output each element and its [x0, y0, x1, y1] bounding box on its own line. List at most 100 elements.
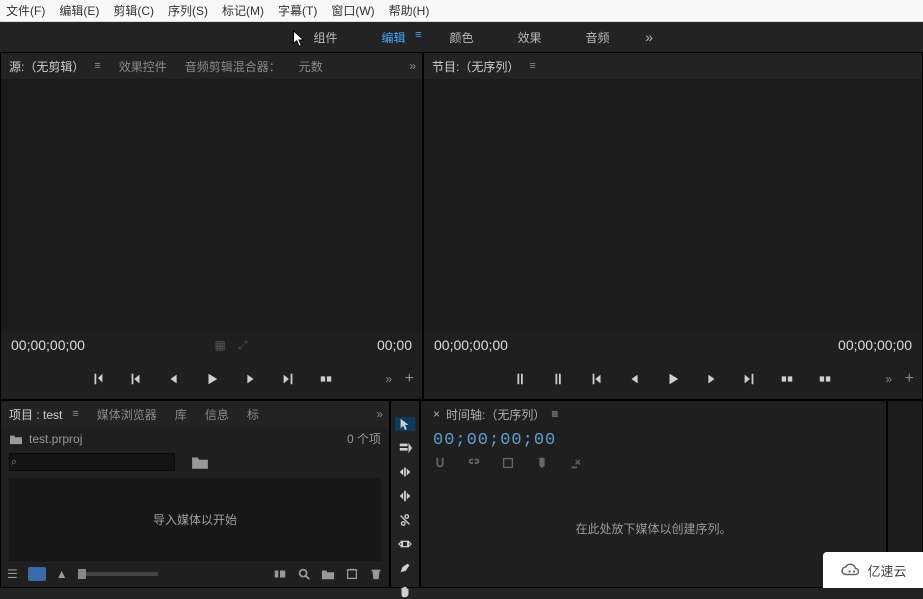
source-timecode-left[interactable]: 00;00;00;00 [11, 337, 85, 353]
extract-icon[interactable] [817, 371, 833, 387]
fit-icon[interactable]: ⤢ [238, 338, 248, 353]
program-transport: » + [424, 359, 922, 399]
program-panel-menu-icon[interactable]: ≡ [529, 60, 535, 72]
go-to-out-icon[interactable] [280, 371, 296, 387]
linked-selection-icon[interactable] [467, 456, 481, 470]
ripple-edit-tool-icon[interactable] [395, 465, 415, 479]
safe-margins-icon[interactable]: ▦ [214, 338, 225, 353]
transport-more-icon[interactable]: » [885, 372, 892, 386]
project-import-prompt[interactable]: 导入媒体以开始 [9, 478, 381, 561]
tab-audio-clip-mixer[interactable]: 音频剪辑混合器： [185, 58, 281, 75]
project-item-count: 0 个项 [347, 430, 381, 447]
insert-icon[interactable] [318, 371, 334, 387]
thumbnail-zoom-slider[interactable] [78, 572, 158, 576]
hand-tool-icon[interactable] [395, 585, 415, 599]
automate-to-sequence-icon[interactable] [273, 567, 287, 581]
timeline-tabs: × 时间轴:（无序列） ≡ [421, 401, 886, 427]
tabs-overflow-icon[interactable]: » [376, 407, 383, 421]
workspace-editing[interactable]: 编辑 [381, 29, 405, 46]
list-view-icon[interactable]: ☰ [7, 567, 18, 581]
pen-tool-icon[interactable] [395, 561, 415, 575]
rate-stretch-tool-icon[interactable] [395, 489, 415, 503]
tab-source[interactable]: 源:（无剪辑） [9, 58, 84, 75]
new-bin-icon[interactable] [321, 567, 335, 581]
tab-libraries[interactable]: 库 [175, 406, 187, 423]
tool-panel [390, 400, 420, 588]
step-forward-icon[interactable] [703, 371, 719, 387]
program-timecode-left[interactable]: 00;00;00;00 [434, 337, 508, 353]
go-to-in-icon[interactable] [128, 371, 144, 387]
menu-sequence[interactable]: 序列(S) [168, 2, 208, 19]
menu-clip[interactable]: 剪辑(C) [113, 2, 154, 19]
tab-metadata[interactable]: 元数 [299, 58, 323, 75]
program-timecode-right[interactable]: 00;00;00;00 [838, 337, 912, 353]
icon-view-icon[interactable] [28, 567, 46, 581]
timeline-timecode[interactable]: 00;00;00;00 [433, 431, 874, 450]
delete-icon[interactable] [369, 567, 383, 581]
project-tabs: 项目 : test ≡ 媒体浏览器 库 信息 标 » [1, 401, 389, 427]
source-viewer[interactable] [1, 79, 422, 331]
menu-file[interactable]: 文件(F) [6, 2, 45, 19]
mark-out-icon[interactable] [551, 371, 567, 387]
play-icon[interactable] [665, 371, 681, 387]
source-panel-menu-icon[interactable]: ≡ [94, 60, 100, 72]
source-time-row: 00;00;00;00 ▦ ⤢ 00;00 [1, 331, 422, 359]
program-monitor-panel: 节目:（无序列） ≡ 00;00;00;00 00;00;00;00 » + [423, 52, 923, 400]
find-icon[interactable] [297, 567, 311, 581]
timeline-header: 00;00;00;00 [421, 427, 886, 470]
source-tabs: 源:（无剪辑） ≡ 效果控件 音频剪辑混合器： 元数 » [1, 53, 422, 79]
tabs-overflow-icon[interactable]: » [409, 59, 416, 73]
menu-edit[interactable]: 编辑(E) [59, 2, 99, 19]
step-back-icon[interactable] [166, 371, 182, 387]
project-header: test.prproj 0 个项 [1, 427, 389, 450]
project-file-icon [9, 433, 23, 445]
tab-info[interactable]: 信息 [205, 406, 229, 423]
menu-help[interactable]: 帮助(H) [389, 2, 430, 19]
tab-markers[interactable]: 标 [247, 406, 259, 423]
selection-tool-icon[interactable] [395, 417, 415, 431]
workspace-more-icon[interactable]: » [645, 29, 653, 45]
mark-in-icon[interactable] [90, 371, 106, 387]
timeline-drop-area[interactable]: 在此处放下媒体以创建序列。 [421, 470, 886, 587]
step-back-icon[interactable] [627, 371, 643, 387]
source-timecode-right[interactable]: 00;00 [377, 337, 412, 353]
menu-title[interactable]: 字幕(T) [278, 2, 317, 19]
timeline-marker-icon[interactable] [535, 456, 549, 470]
program-viewer[interactable] [424, 79, 922, 331]
play-icon[interactable] [204, 371, 220, 387]
slip-tool-icon[interactable] [395, 537, 415, 551]
tab-media-browser[interactable]: 媒体浏览器 [97, 406, 157, 423]
transport-more-icon[interactable]: » [385, 372, 392, 386]
step-forward-icon[interactable] [242, 371, 258, 387]
add-button-icon[interactable]: + [405, 370, 414, 388]
mark-in-icon[interactable] [513, 371, 529, 387]
timeline-panel: × 时间轴:（无序列） ≡ 00;00;00;00 在此处放下媒体以创建序列。 [420, 400, 887, 588]
new-bin-icon[interactable] [191, 454, 209, 470]
project-panel-menu-icon[interactable]: ≡ [72, 408, 78, 420]
add-marker-icon[interactable] [501, 456, 515, 470]
go-to-out-icon[interactable] [741, 371, 757, 387]
menu-marker[interactable]: 标记(M) [222, 2, 264, 19]
razor-tool-icon[interactable] [395, 513, 415, 527]
settings-icon[interactable] [569, 456, 583, 470]
new-item-icon[interactable] [345, 567, 359, 581]
add-button-icon[interactable]: + [905, 370, 914, 388]
workspace-assembly[interactable]: 组件 [313, 29, 337, 46]
workspace-color[interactable]: 颜色 [449, 29, 473, 46]
snap-icon[interactable] [433, 456, 447, 470]
track-select-tool-icon[interactable] [395, 441, 415, 455]
timeline-panel-menu-icon[interactable]: ≡ [551, 407, 558, 421]
go-to-in-icon[interactable] [589, 371, 605, 387]
tab-timeline[interactable]: 时间轴:（无序列） [446, 406, 545, 423]
project-footer: ☰ ▲ [1, 561, 389, 587]
lift-icon[interactable] [779, 371, 795, 387]
freeform-view-icon[interactable]: ▲ [56, 567, 68, 581]
workspace-effects[interactable]: 效果 [518, 29, 542, 46]
tab-program[interactable]: 节目:（无序列） [432, 58, 519, 75]
project-panel: 项目 : test ≡ 媒体浏览器 库 信息 标 » test.prproj 0… [0, 400, 390, 588]
tab-effect-controls[interactable]: 效果控件 [119, 58, 167, 75]
project-search-input[interactable] [9, 453, 175, 471]
tab-project[interactable]: 项目 : test [9, 406, 62, 423]
workspace-audio[interactable]: 音频 [586, 29, 610, 46]
menu-window[interactable]: 窗口(W) [331, 2, 374, 19]
